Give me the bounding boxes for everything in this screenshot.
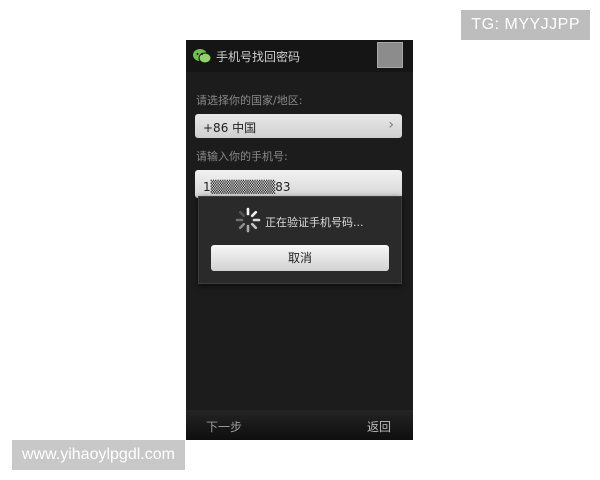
cancel-button[interactable]: 取消 [211, 245, 389, 271]
phone-screen: 手机号找回密码 请选择你的国家/地区: +86 中国 › 请输入你的手机号: 1… [186, 40, 413, 440]
bottom-bar: 下一步 返回 [186, 410, 413, 440]
chevron-right-icon: › [388, 117, 394, 133]
phone-input[interactable]: 1▒▒▒▒▒▒▒83 [195, 170, 402, 198]
watermark-bottom: www.yihaoylpgdl.com [12, 440, 185, 470]
title-bar: 手机号找回密码 [186, 40, 413, 72]
verify-dialog: 正在验证手机号码... 取消 [198, 196, 402, 284]
phone-label: 请输入你的手机号: [196, 150, 288, 163]
country-value: +86 中国 [203, 121, 257, 135]
menu-corner-button[interactable] [377, 42, 403, 68]
loading-spinner-icon [235, 207, 261, 233]
country-label: 请选择你的国家/地区: [196, 94, 303, 107]
phone-value: 1▒▒▒▒▒▒▒83 [203, 180, 291, 194]
wechat-logo-icon [193, 49, 212, 64]
page-title: 手机号找回密码 [216, 50, 301, 64]
watermark-top: TG: MYYJJPP [461, 10, 590, 40]
back-button[interactable]: 返回 [367, 418, 391, 435]
next-button[interactable]: 下一步 [206, 418, 242, 435]
country-select[interactable]: +86 中国 › [195, 114, 402, 138]
dialog-message: 正在验证手机号码... [265, 216, 364, 229]
